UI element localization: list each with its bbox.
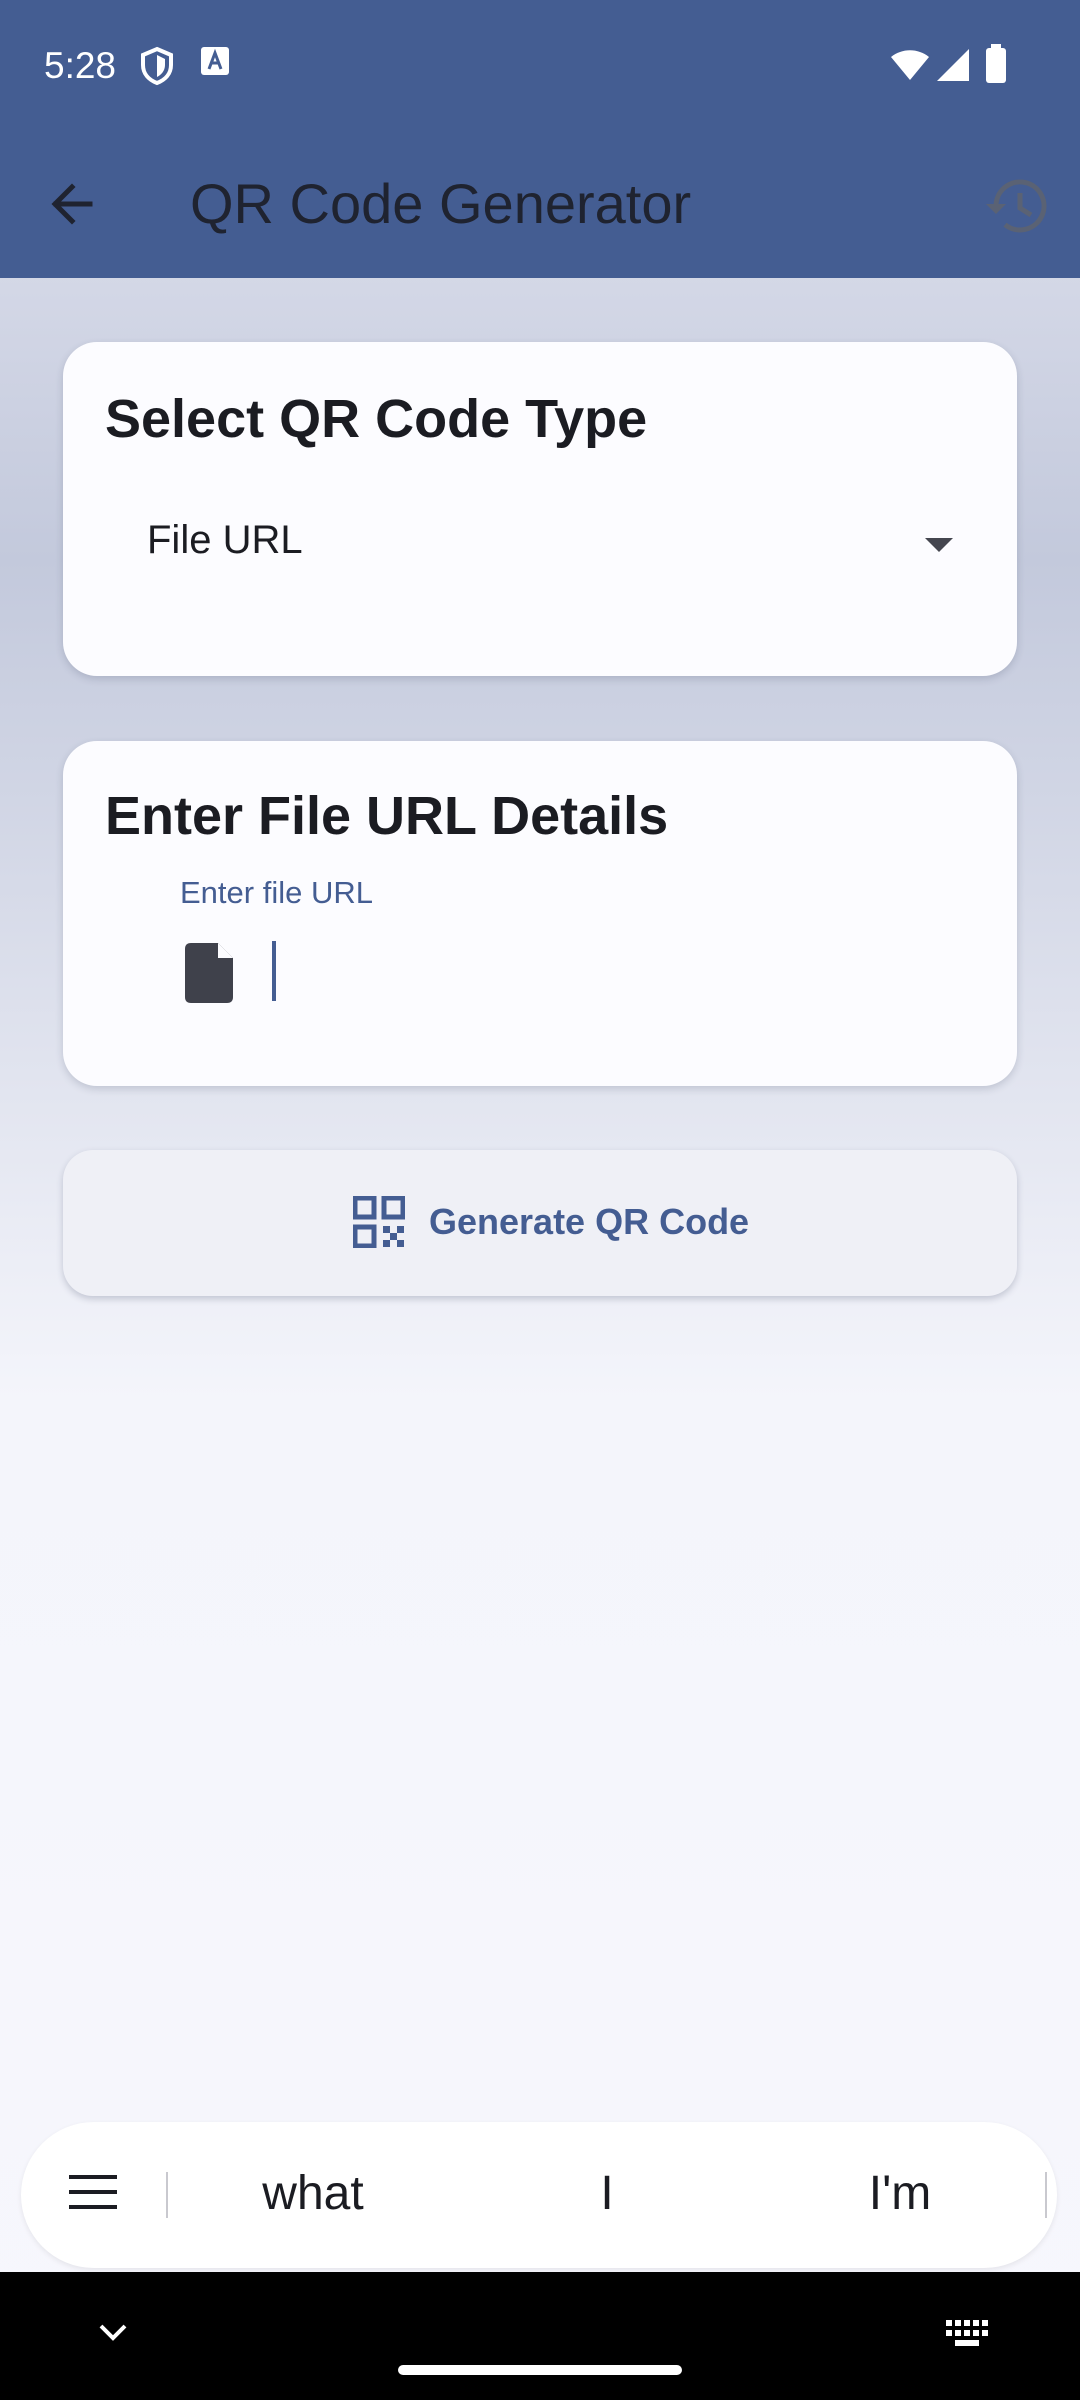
- file-url-field-label: Enter file URL: [180, 875, 373, 910]
- suggestion-divider: [166, 2172, 168, 2218]
- wifi-icon: [891, 50, 929, 80]
- file-url-field[interactable]: Enter file URL: [105, 875, 975, 1025]
- system-nav-bar: [0, 2272, 1080, 2400]
- home-handle[interactable]: [398, 2365, 682, 2375]
- text-cursor: [272, 941, 276, 1001]
- signal-icon: [937, 49, 969, 81]
- generate-qr-button[interactable]: Generate QR Code: [63, 1150, 1017, 1296]
- suggestion-2[interactable]: I: [487, 2166, 727, 2221]
- page-title: QR Code Generator: [190, 172, 692, 235]
- qr-type-card: Select QR Code Type File URL: [63, 342, 1017, 676]
- keyboard-menu-icon[interactable]: [69, 2172, 119, 2212]
- history-icon[interactable]: [978, 166, 1058, 246]
- qr-code-icon: [353, 1196, 405, 1248]
- shield-icon: [141, 46, 173, 86]
- qr-type-selected-value: File URL: [147, 518, 303, 562]
- generate-qr-label: Generate QR Code: [429, 1201, 750, 1242]
- back-arrow-icon[interactable]: [38, 168, 110, 240]
- keyboard-suggestion-bar: what I I'm: [21, 2122, 1057, 2268]
- file-url-details-card: Enter File URL Details Enter file URL: [63, 741, 1017, 1086]
- qr-type-dropdown[interactable]: File URL: [105, 492, 975, 602]
- status-time: 5:28: [44, 45, 117, 86]
- suggestion-divider: [1045, 2172, 1047, 2218]
- chevron-down-icon[interactable]: [95, 2318, 131, 2348]
- text-a-icon: [201, 47, 229, 75]
- dropdown-arrow-icon: [925, 538, 953, 552]
- file-url-input[interactable]: [265, 930, 955, 1010]
- battery-icon: [986, 44, 1006, 83]
- status-bar: 5:28: [0, 0, 1080, 135]
- suggestion-1[interactable]: what: [193, 2166, 433, 2221]
- file-url-details-title: Enter File URL Details: [105, 786, 669, 846]
- qr-type-card-title: Select QR Code Type: [105, 389, 648, 449]
- suggestion-3[interactable]: I'm: [780, 2166, 1020, 2221]
- keyboard-icon[interactable]: [946, 2320, 990, 2348]
- app-bar: QR Code Generator: [0, 135, 1080, 278]
- file-icon: [185, 943, 233, 1003]
